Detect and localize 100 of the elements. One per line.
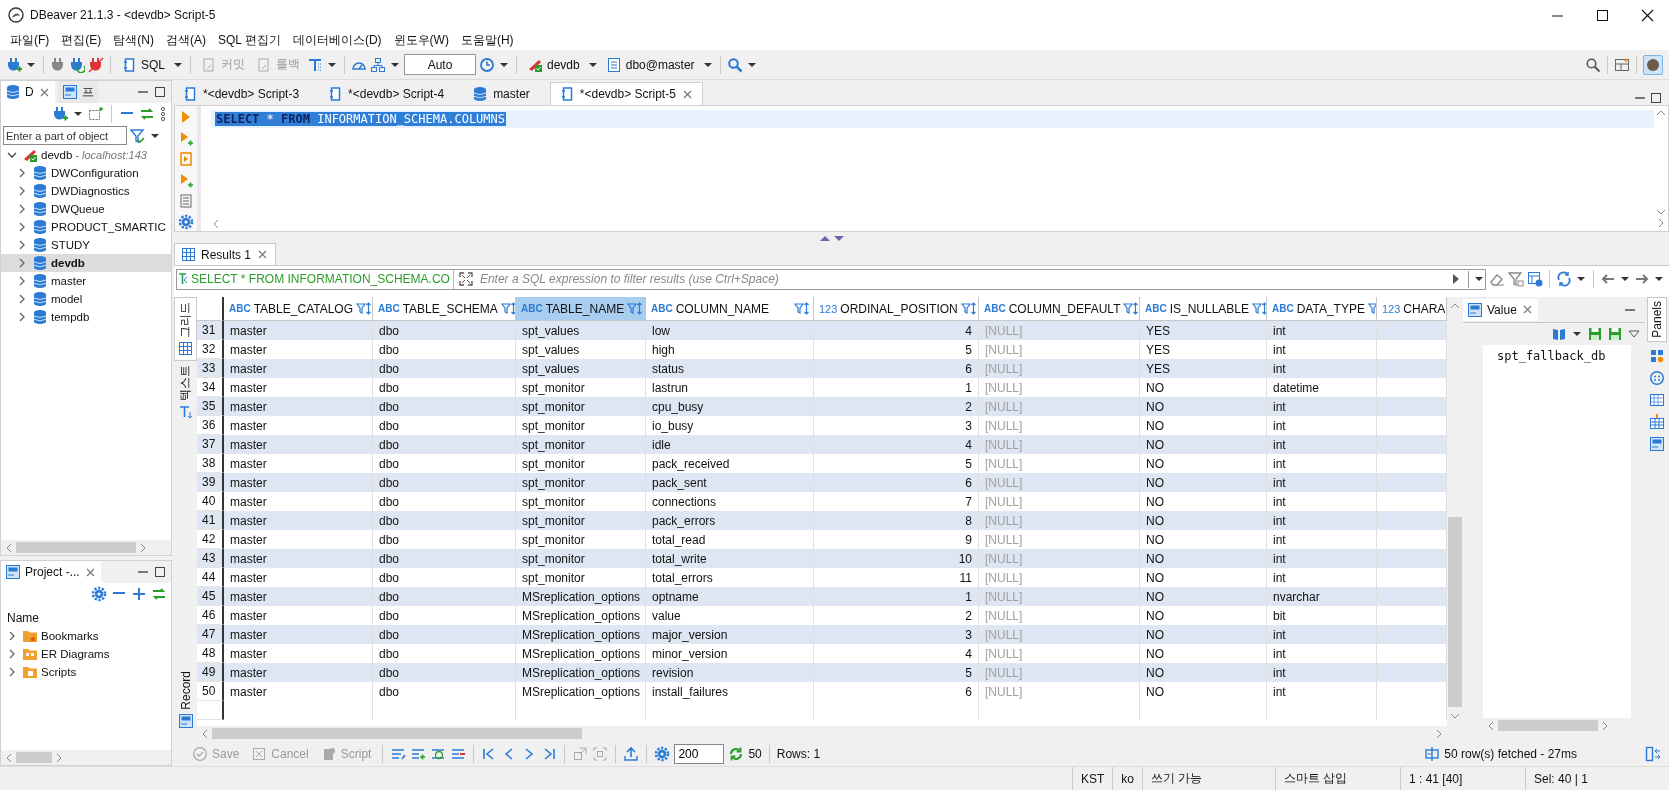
scroll-thumb[interactable] [212, 728, 582, 739]
scroll-left-icon[interactable] [211, 218, 221, 230]
column-header[interactable]: 123 CHARA [1377, 297, 1447, 321]
tree-item[interactable]: tempdb [1, 308, 171, 326]
new-connection-icon[interactable] [52, 106, 68, 122]
references-icon[interactable] [1649, 413, 1665, 430]
scroll-left-icon[interactable] [4, 541, 14, 554]
column-header[interactable]: ABC TABLE_NAME [516, 297, 646, 321]
scroll-up-icon[interactable] [1655, 108, 1667, 118]
fetch-size-field[interactable]: 200 [674, 743, 725, 764]
scroll-right-icon[interactable] [1434, 727, 1444, 740]
scroll-left-icon[interactable] [1486, 719, 1496, 732]
maximize-icon[interactable] [1595, 7, 1610, 23]
maximize-icon[interactable] [153, 565, 167, 579]
scroll-right-icon[interactable] [1600, 719, 1610, 732]
editor-tab[interactable]: *<devdb> Script-5 [549, 82, 703, 105]
schema-selector[interactable]: dbo@master [601, 54, 699, 75]
tree-item[interactable]: Bookmarks [1, 627, 171, 645]
execute-script-icon[interactable] [178, 151, 194, 167]
value-viewer-icon[interactable] [1649, 435, 1665, 452]
filter-sort-icon[interactable] [794, 300, 810, 317]
menu-item[interactable]: 도움말(H) [454, 31, 520, 49]
format-icon[interactable] [307, 56, 323, 73]
refresh-icon[interactable] [1556, 271, 1572, 287]
scroll-thumb[interactable] [16, 752, 52, 763]
panel-tab[interactable]: 프 [57, 81, 98, 103]
view-tab[interactable]: 그리드 [174, 297, 197, 361]
filter-sort-icon[interactable] [1123, 300, 1139, 317]
tree-item[interactable]: Scripts [1, 663, 171, 681]
panel-tab[interactable]: Value [1463, 298, 1538, 321]
panels-tab[interactable]: Panels [1647, 297, 1667, 342]
metadata-icon[interactable] [1649, 347, 1665, 364]
filter-sort-icon[interactable] [356, 300, 372, 317]
menu-item[interactable]: 탐색(N) [107, 31, 160, 49]
menu-item[interactable]: 파일(F) [4, 31, 56, 49]
add-icon[interactable] [131, 586, 147, 602]
filter-bar[interactable]: SELECT * FROM INFORMATION_SCHEMA.CO Enter a SQL expression to filter results (use Ctrl+Space) [176, 268, 1486, 290]
menu-item[interactable]: 편집(E) [55, 31, 108, 49]
link-icon[interactable] [151, 586, 167, 602]
scroll-down-icon[interactable] [1655, 207, 1667, 217]
new-folder-icon[interactable] [88, 106, 104, 122]
maximize-icon[interactable] [153, 85, 167, 99]
transaction-mode-field[interactable]: Auto [404, 54, 476, 75]
book-icon[interactable] [1551, 326, 1567, 342]
disconnect-icon[interactable] [50, 56, 66, 73]
menu-item[interactable]: 데이터베이스(D) [286, 31, 388, 49]
tree-item[interactable]: ER Diagrams [1, 645, 171, 663]
export-icon[interactable] [623, 745, 640, 762]
value-text[interactable]: spt_fallback_db [1483, 345, 1631, 363]
search-icon[interactable] [1585, 56, 1601, 73]
fetch-all-icon[interactable] [728, 745, 745, 762]
scroll-thumb[interactable] [1448, 517, 1462, 707]
horizontal-scrollbar[interactable] [1, 540, 171, 555]
scroll-down-icon[interactable] [1449, 711, 1461, 721]
execute-new-tab-icon[interactable] [178, 130, 194, 146]
new-connection-icon[interactable] [6, 56, 22, 73]
scroll-thumb[interactable] [1498, 720, 1598, 731]
panel-tab[interactable]: D [1, 81, 55, 103]
table-settings-icon[interactable] [1527, 271, 1543, 287]
column-header[interactable]: ABC COLUMN_NAME [646, 297, 814, 321]
close-icon[interactable] [1640, 7, 1655, 23]
maximize-icon[interactable] [1649, 91, 1663, 105]
settings-icon[interactable] [178, 214, 194, 230]
scroll-up-icon[interactable] [1449, 301, 1461, 311]
view-tab[interactable]: 텍스트 [175, 361, 196, 424]
filter-sort-icon[interactable] [627, 300, 644, 317]
sql-editor-button[interactable]: SQL [117, 54, 169, 75]
tree-item[interactable]: devdb [1, 254, 171, 272]
panels-toggle-icon[interactable] [1645, 745, 1661, 762]
settings-icon[interactable] [654, 745, 671, 762]
scroll-left-icon[interactable] [4, 751, 14, 764]
tree-item[interactable]: DWQueue [1, 200, 171, 218]
record-tab[interactable]: Record [175, 667, 196, 733]
explain-plan-icon[interactable] [178, 193, 194, 209]
calculator-icon[interactable] [1649, 369, 1665, 386]
results-tab[interactable]: Results 1 [174, 243, 277, 265]
column-header[interactable]: ABC DATA_TYPE [1267, 297, 1377, 321]
tree-item[interactable]: model [1, 290, 171, 308]
history-icon[interactable] [479, 56, 495, 73]
menu-item[interactable]: 윈도우(W) [387, 31, 455, 49]
execute-script-tabs-icon[interactable] [178, 172, 194, 188]
column-header[interactable]: ABC TABLE_CATALOG [224, 297, 373, 321]
settings-icon[interactable] [91, 586, 107, 602]
scroll-right-icon[interactable] [138, 541, 148, 554]
column-header[interactable]: 123 ORDINAL_POSITION [814, 297, 979, 321]
perspective-icon[interactable] [1614, 56, 1630, 73]
column-header[interactable]: ABC COLUMN_DEFAULT [979, 297, 1140, 321]
tree-item[interactable]: DWDiagnostics [1, 182, 171, 200]
tree-item[interactable]: master [1, 272, 171, 290]
frame-icon[interactable] [592, 745, 609, 762]
column-header[interactable]: ABC TABLE_SCHEMA [373, 297, 516, 321]
filter-settings-icon[interactable] [1508, 271, 1524, 287]
expand-icon[interactable] [457, 271, 474, 287]
search-field[interactable]: Enter a part of object [3, 126, 127, 145]
detail-icon[interactable] [572, 745, 589, 762]
grouping-icon[interactable] [1649, 391, 1665, 408]
scroll-thumb[interactable] [16, 542, 136, 553]
perspective-avatar[interactable] [1643, 54, 1663, 75]
more-icon[interactable] [159, 106, 167, 122]
filter-icon[interactable] [130, 127, 146, 144]
